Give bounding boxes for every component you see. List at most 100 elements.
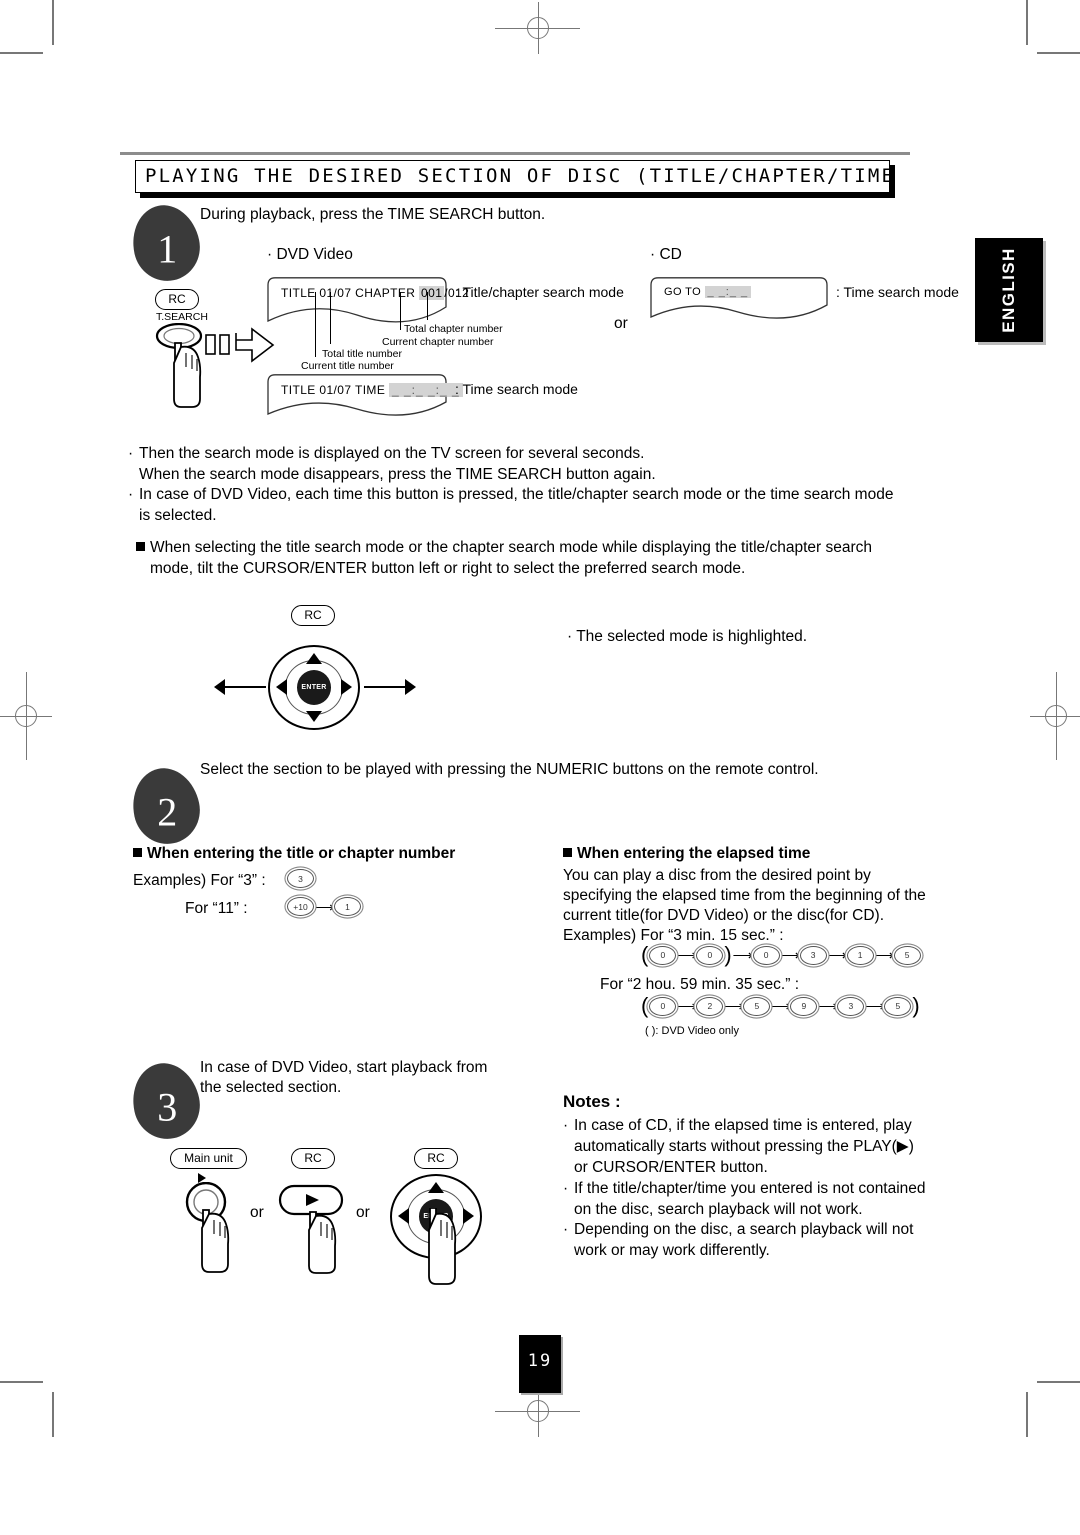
paren-close: ) [724, 942, 732, 967]
main-unit-pill: Main unit [170, 1148, 247, 1169]
arrow-icon: ⟶ [314, 898, 335, 915]
paren-close: ) [912, 993, 920, 1018]
notes-bullet-3-line-2: work or may work differently. [574, 1242, 770, 1259]
cursor-right-arrow-head-icon [405, 679, 416, 695]
crop-mark-bottom-right-v [1026, 1392, 1028, 1437]
cursor-right-arrow-shaft [364, 686, 406, 689]
numeric-key[interactable]: 0 [649, 996, 677, 1016]
leader-total-chapter [427, 292, 428, 320]
osd-time-title-value: 01/07 [319, 383, 352, 397]
osd-time-text: TITLE 01/07 TIME _ _:_ _:_ _ [281, 383, 463, 397]
numeric-key[interactable]: 0 [752, 945, 780, 965]
step-2-badge: 2 [125, 761, 207, 851]
cursor-right-icon[interactable] [341, 679, 352, 695]
step-2-footnote: ( ): DVD Video only [645, 1025, 739, 1037]
step-3-number: 3 [157, 1084, 178, 1130]
remote-pill-tsearch: RC [155, 289, 199, 310]
osd-title-word: TITLE [281, 286, 316, 300]
step-2-instruction: Select the section to be played with pre… [200, 761, 819, 778]
note-square-1: When selecting the title search mode or … [136, 537, 966, 579]
step-3-badge: 3 [125, 1056, 207, 1146]
note-bullet-2-line-1: In case of DVD Video, each time this but… [139, 486, 894, 503]
numeric-key[interactable]: 1 [334, 897, 361, 916]
cd-label: · CD [650, 246, 682, 263]
page-title: PLAYING THE DESIRED SECTION OF DISC (TIT… [145, 165, 890, 187]
numeric-key[interactable]: 5 [884, 996, 912, 1016]
osd-time-value: _ _:_ _:_ _ [388, 383, 463, 397]
numeric-key[interactable]: 1 [846, 945, 874, 965]
page-number-badge: 19 [519, 1335, 561, 1393]
registration-mark-top [495, 2, 580, 54]
example-time-2-keys: ( 0 ⟶ 2 ⟶ 5 ⟶ 9 ⟶ 3 ⟶ 5 ) [640, 995, 921, 1017]
cursor-left-icon[interactable] [276, 679, 287, 695]
numeric-key[interactable]: 5 [893, 945, 921, 965]
crop-mark-top-right-v [1026, 0, 1028, 45]
step-2-right-heading-wrap: When entering the elapsed time [563, 843, 963, 864]
language-tab-english: ENGLISH [975, 238, 1043, 342]
numeric-key[interactable]: 3 [287, 869, 314, 888]
step-1-badge: 1 [125, 198, 207, 288]
registration-mark-right [1030, 672, 1080, 760]
numeric-key-plus10[interactable]: +10 [287, 897, 314, 916]
step-2-number: 2 [157, 789, 178, 835]
paren-open: ( [641, 993, 649, 1018]
bullet-dot: · [563, 1221, 569, 1238]
leader-total-title [330, 292, 331, 344]
leader-current-chapter [400, 292, 401, 330]
remote-play-button-hand-icon [278, 1184, 344, 1274]
step-3-or-1: or [250, 1204, 264, 1221]
cursor-up-icon[interactable] [428, 1182, 444, 1193]
step-3-instruction-line-2: the selected section. [200, 1079, 342, 1096]
cursor-left-arrow-head-icon [214, 679, 225, 695]
notes-bullet-2-line-1: If the title/chapter/time you entered is… [574, 1180, 926, 1197]
osd-chapter-word: CHAPTER [355, 286, 416, 300]
arrow-icon: ⟶ [723, 998, 744, 1014]
arrow-icon: ⟶ [770, 998, 791, 1014]
step-1-instruction: During playback, press the TIME SEARCH b… [200, 206, 546, 223]
note-square-1-line-1: When selecting the title search mode or … [150, 539, 872, 556]
numeric-key[interactable]: 0 [649, 945, 677, 965]
step-1-number: 1 [157, 226, 178, 272]
crop-mark-bottom-left-v [52, 1392, 54, 1437]
osd-goto-word: GO TO [664, 286, 702, 298]
step-2-left-heading-wrap: When entering the title or chapter numbe… [133, 843, 533, 864]
bullet-dot: · [563, 1117, 569, 1134]
example-11-keys: +10 ⟶ 1 [287, 897, 361, 916]
osd-time-title-word: TITLE [281, 383, 316, 397]
step-2-examples-label: Examples) For “3” : [133, 872, 266, 889]
arrow-icon: ⟶ [676, 947, 697, 963]
label-current-title-number: Current title number [301, 360, 394, 372]
numeric-key[interactable]: 2 [696, 996, 724, 1016]
dvd-video-label: · DVD Video [267, 246, 353, 263]
arrow-icon: ⟶ [873, 947, 894, 963]
osd-time-caption: : Time search mode [455, 381, 578, 397]
crop-mark-top-right-h [1037, 52, 1080, 54]
cursor-section-note: · The selected mode is highlighted. [567, 628, 808, 645]
arrow-icon: ⟶ [732, 947, 753, 963]
numeric-key[interactable]: 3 [837, 996, 865, 1016]
cursor-left-arrow-shaft [224, 686, 266, 689]
remote-pill-enter: RC [414, 1148, 458, 1169]
note-bullet-1-line-1: Then the search mode is displayed on the… [139, 445, 645, 462]
numeric-key[interactable]: 3 [799, 945, 827, 965]
leader-current-title [315, 292, 316, 357]
play-symbol-icon: ▶ [896, 1138, 909, 1155]
page-number: 19 [527, 1351, 553, 1371]
step-3-instruction-line-1: In case of DVD Video, start playback fro… [200, 1059, 488, 1076]
cursor-left-icon[interactable] [398, 1208, 409, 1224]
bullet-dot: · [128, 486, 134, 503]
square-bullet-icon [136, 542, 145, 551]
osd-cd-caption: : Time search mode [836, 284, 959, 300]
numeric-key[interactable]: 0 [696, 945, 724, 965]
arrow-icon: ⟶ [864, 998, 885, 1014]
main-unit-play-button-hand-icon [185, 1182, 230, 1273]
arrow-icon: ⟶ [676, 998, 697, 1014]
osd-chapter-current: 001 [419, 286, 445, 300]
cursor-up-icon[interactable] [306, 653, 322, 664]
crop-mark-bottom-left-h [0, 1381, 43, 1383]
cursor-down-icon[interactable] [306, 711, 322, 722]
numeric-key[interactable]: 9 [790, 996, 818, 1016]
step-2-right-body-line-1: You can play a disc from the desired poi… [563, 867, 871, 884]
banner-rule [120, 152, 910, 155]
numeric-key[interactable]: 5 [743, 996, 771, 1016]
